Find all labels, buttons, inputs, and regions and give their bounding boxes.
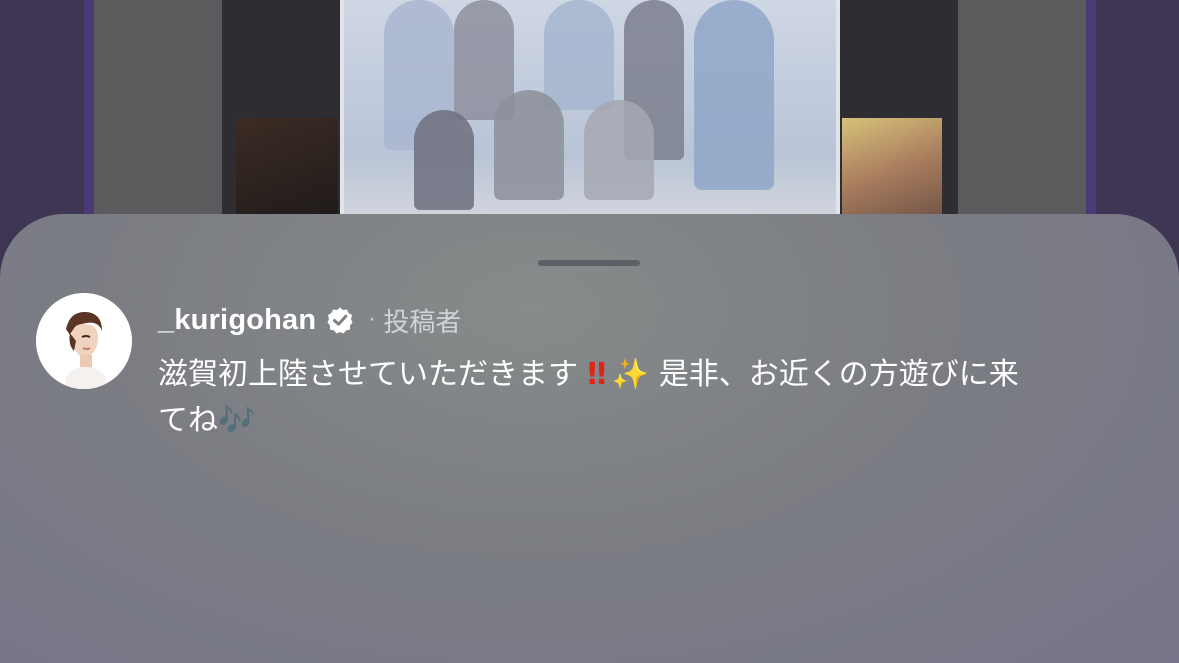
sparkles-emoji: ✨ <box>611 357 650 392</box>
comment-meta: _kurigohan · 投稿者 <box>158 300 461 340</box>
screen: _kurigohan · 投稿者 滋賀初上陸させていただきます ‼ ✨ 是非、お… <box>0 0 1179 663</box>
sheet-grabber-handle[interactable] <box>538 260 640 266</box>
background-left-thumbnail <box>236 118 338 222</box>
author-role-label: 投稿者 <box>383 307 462 338</box>
background-right-thumbnail <box>842 118 942 222</box>
comment-text-part1: 滋賀初上陸させていただきます <box>158 357 578 392</box>
background-group-photo <box>340 0 840 222</box>
meta-separator: · <box>368 307 376 333</box>
verified-badge-icon <box>326 306 354 334</box>
username-link[interactable]: _kurigohan <box>158 304 316 337</box>
double-exclamation-emoji: ‼ <box>587 357 607 392</box>
avatar[interactable] <box>36 293 132 389</box>
comment-text: 滋賀初上陸させていただきます ‼ ✨ 是非、お近くの方遊びに来てね🎶 <box>158 352 1038 444</box>
comment-sheet: _kurigohan · 投稿者 滋賀初上陸させていただきます ‼ ✨ 是非、お… <box>0 214 1179 663</box>
music-notes-emoji: 🎶 <box>218 403 256 438</box>
avatar-image <box>36 293 132 389</box>
